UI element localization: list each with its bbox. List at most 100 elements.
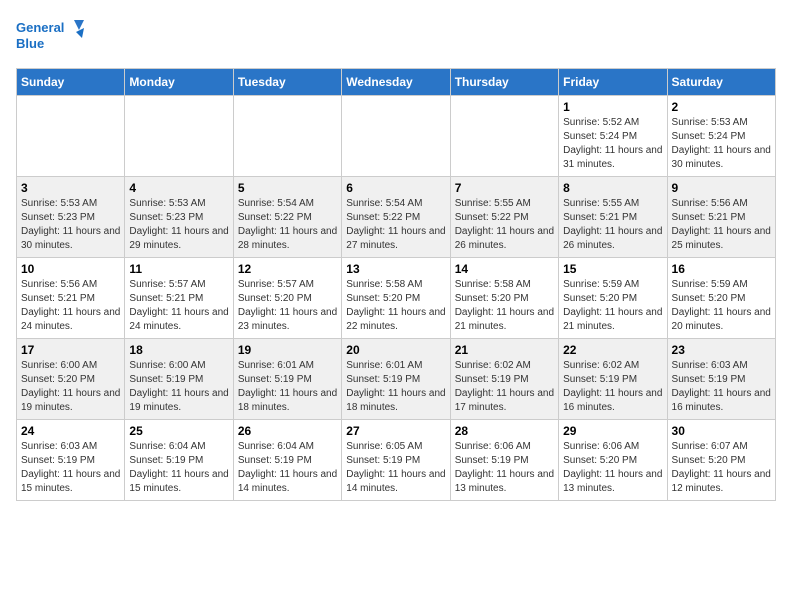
calendar-cell: 27 Sunrise: 6:05 AM Sunset: 5:19 PM Dayli… [342,420,450,501]
day-info: Sunrise: 6:03 AM Sunset: 5:19 PM Dayligh… [672,359,771,415]
day-info: Sunrise: 6:01 AM Sunset: 5:19 PM Dayligh… [346,359,445,415]
week-row-4: 17 Sunrise: 6:00 AM Sunset: 5:20 PM Dayli… [17,339,776,420]
calendar-cell: 16Sunrise: 5:59 AM Sunset: 5:20 PM Dayli… [667,258,775,339]
day-info: Sunrise: 5:58 AM Sunset: 5:20 PM Dayligh… [346,278,445,334]
day-info: Sunrise: 5:56 AM Sunset: 5:21 PM Dayligh… [672,197,771,253]
day-number: 15 [563,262,662,276]
col-header-wednesday: Wednesday [342,69,450,96]
week-row-1: 1Sunrise: 5:52 AM Sunset: 5:24 PM Daylig… [17,96,776,177]
calendar-cell: 12 Sunrise: 5:57 AM Sunset: 5:20 PM Dayli… [233,258,341,339]
calendar-cell: 22 Sunrise: 6:02 AM Sunset: 5:19 PM Dayli… [559,339,667,420]
day-info: Sunrise: 5:57 AM Sunset: 5:21 PM Dayligh… [129,278,228,334]
day-info: Sunrise: 6:00 AM Sunset: 5:19 PM Dayligh… [129,359,228,415]
day-info: Sunrise: 6:02 AM Sunset: 5:19 PM Dayligh… [455,359,554,415]
calendar-cell: 18Sunrise: 6:00 AM Sunset: 5:19 PM Dayli… [125,339,233,420]
logo: General Blue [16,16,86,56]
calendar-cell: 4 Sunrise: 5:53 AM Sunset: 5:23 PM Daylig… [125,177,233,258]
header-row: SundayMondayTuesdayWednesdayThursdayFrid… [17,69,776,96]
calendar-cell: 29Sunrise: 6:06 AM Sunset: 5:20 PM Dayli… [559,420,667,501]
day-number: 13 [346,262,445,276]
day-number: 4 [129,181,228,195]
calendar-cell: 28 Sunrise: 6:06 AM Sunset: 5:19 PM Dayli… [450,420,558,501]
calendar-cell: 13 Sunrise: 5:58 AM Sunset: 5:20 PM Dayli… [342,258,450,339]
day-info: Sunrise: 5:54 AM Sunset: 5:22 PM Dayligh… [346,197,445,253]
calendar-cell: 14Sunrise: 5:58 AM Sunset: 5:20 PM Dayli… [450,258,558,339]
calendar-cell [17,96,125,177]
calendar-cell: 11 Sunrise: 5:57 AM Sunset: 5:21 PM Dayli… [125,258,233,339]
day-number: 6 [346,181,445,195]
calendar-cell [233,96,341,177]
day-number: 24 [21,424,120,438]
calendar-cell: 15 Sunrise: 5:59 AM Sunset: 5:20 PM Dayli… [559,258,667,339]
day-number: 21 [455,343,554,357]
day-info: Sunrise: 5:53 AM Sunset: 5:24 PM Dayligh… [672,116,771,172]
day-info: Sunrise: 6:04 AM Sunset: 5:19 PM Dayligh… [238,440,337,496]
svg-text:General: General [16,20,64,35]
day-number: 12 [238,262,337,276]
day-number: 19 [238,343,337,357]
day-number: 5 [238,181,337,195]
calendar-cell: 25 Sunrise: 6:04 AM Sunset: 5:19 PM Dayli… [125,420,233,501]
calendar-cell: 20Sunrise: 6:01 AM Sunset: 5:19 PM Dayli… [342,339,450,420]
calendar-cell: 21 Sunrise: 6:02 AM Sunset: 5:19 PM Dayli… [450,339,558,420]
week-row-5: 24 Sunrise: 6:03 AM Sunset: 5:19 PM Dayli… [17,420,776,501]
day-number: 28 [455,424,554,438]
day-info: Sunrise: 6:01 AM Sunset: 5:19 PM Dayligh… [238,359,337,415]
day-number: 11 [129,262,228,276]
day-info: Sunrise: 5:57 AM Sunset: 5:20 PM Dayligh… [238,278,337,334]
calendar-cell: 17 Sunrise: 6:00 AM Sunset: 5:20 PM Dayli… [17,339,125,420]
day-info: Sunrise: 6:05 AM Sunset: 5:19 PM Dayligh… [346,440,445,496]
calendar-cell: 1Sunrise: 5:52 AM Sunset: 5:24 PM Daylig… [559,96,667,177]
calendar-cell: 2 Sunrise: 5:53 AM Sunset: 5:24 PM Daylig… [667,96,775,177]
day-number: 27 [346,424,445,438]
day-info: Sunrise: 5:53 AM Sunset: 5:23 PM Dayligh… [129,197,228,253]
day-info: Sunrise: 6:02 AM Sunset: 5:19 PM Dayligh… [563,359,662,415]
calendar-cell: 23 Sunrise: 6:03 AM Sunset: 5:19 PM Dayli… [667,339,775,420]
calendar-cell: 9 Sunrise: 5:56 AM Sunset: 5:21 PM Daylig… [667,177,775,258]
col-header-friday: Friday [559,69,667,96]
day-number: 16 [672,262,771,276]
day-number: 9 [672,181,771,195]
day-number: 17 [21,343,120,357]
calendar-cell: 19 Sunrise: 6:01 AM Sunset: 5:19 PM Dayli… [233,339,341,420]
day-number: 22 [563,343,662,357]
col-header-monday: Monday [125,69,233,96]
calendar-cell [450,96,558,177]
calendar-cell: 10 Sunrise: 5:56 AM Sunset: 5:21 PM Dayli… [17,258,125,339]
day-number: 10 [21,262,120,276]
day-info: Sunrise: 5:53 AM Sunset: 5:23 PM Dayligh… [21,197,120,253]
day-number: 26 [238,424,337,438]
day-info: Sunrise: 6:03 AM Sunset: 5:19 PM Dayligh… [21,440,120,496]
day-number: 7 [455,181,554,195]
calendar-cell: 30Sunrise: 6:07 AM Sunset: 5:20 PM Dayli… [667,420,775,501]
day-info: Sunrise: 5:59 AM Sunset: 5:20 PM Dayligh… [563,278,662,334]
calendar-cell: 6 Sunrise: 5:54 AM Sunset: 5:22 PM Daylig… [342,177,450,258]
day-info: Sunrise: 6:06 AM Sunset: 5:20 PM Dayligh… [563,440,662,496]
day-info: Sunrise: 6:04 AM Sunset: 5:19 PM Dayligh… [129,440,228,496]
day-info: Sunrise: 5:58 AM Sunset: 5:20 PM Dayligh… [455,278,554,334]
calendar-cell: 26 Sunrise: 6:04 AM Sunset: 5:19 PM Dayli… [233,420,341,501]
calendar-cell: 24 Sunrise: 6:03 AM Sunset: 5:19 PM Dayli… [17,420,125,501]
calendar-cell [125,96,233,177]
calendar-cell: 7 Sunrise: 5:55 AM Sunset: 5:22 PM Daylig… [450,177,558,258]
calendar-cell: 5Sunrise: 5:54 AM Sunset: 5:22 PM Daylig… [233,177,341,258]
week-row-3: 10 Sunrise: 5:56 AM Sunset: 5:21 PM Dayli… [17,258,776,339]
calendar-cell [342,96,450,177]
day-info: Sunrise: 5:55 AM Sunset: 5:22 PM Dayligh… [455,197,554,253]
logo-svg: General Blue [16,16,86,56]
page-header: General Blue [16,16,776,56]
day-number: 8 [563,181,662,195]
day-number: 2 [672,100,771,114]
day-number: 30 [672,424,771,438]
calendar-cell: 8Sunrise: 5:55 AM Sunset: 5:21 PM Daylig… [559,177,667,258]
day-info: Sunrise: 5:56 AM Sunset: 5:21 PM Dayligh… [21,278,120,334]
svg-text:Blue: Blue [16,36,44,51]
day-info: Sunrise: 5:52 AM Sunset: 5:24 PM Dayligh… [563,116,662,172]
day-info: Sunrise: 6:06 AM Sunset: 5:19 PM Dayligh… [455,440,554,496]
col-header-saturday: Saturday [667,69,775,96]
day-info: Sunrise: 6:00 AM Sunset: 5:20 PM Dayligh… [21,359,120,415]
day-number: 23 [672,343,771,357]
col-header-sunday: Sunday [17,69,125,96]
calendar-cell: 3Sunrise: 5:53 AM Sunset: 5:23 PM Daylig… [17,177,125,258]
day-number: 25 [129,424,228,438]
